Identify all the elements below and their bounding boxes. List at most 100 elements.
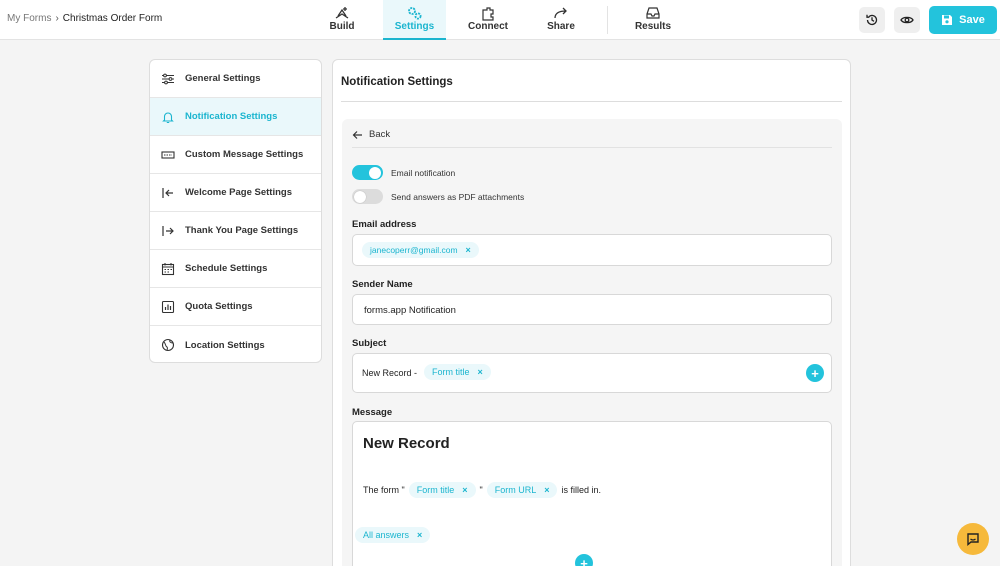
sidebar-item-custom-message[interactable]: Custom Message Settings (150, 136, 321, 174)
eye-icon (900, 16, 914, 24)
sidebar-item-label: Quota Settings (185, 301, 253, 312)
notification-form: Back Email notification Send answers as … (342, 119, 842, 566)
message-line-suffix: is filled in. (561, 485, 601, 495)
sidebar-item-general[interactable]: General Settings (150, 60, 321, 98)
share-icon (554, 7, 567, 19)
sidebar-item-label: Location Settings (185, 339, 265, 351)
tab-settings-label: Settings (394, 21, 435, 32)
sidebar-item-quota[interactable]: Quota Settings (150, 288, 321, 326)
sidebar-item-notification[interactable]: Notification Settings (150, 98, 321, 136)
remove-chip-icon[interactable]: × (462, 485, 467, 495)
tab-connect[interactable]: Connect (466, 0, 510, 40)
tab-settings[interactable]: Settings (383, 0, 446, 40)
form-url-chip: Form URL × (486, 482, 558, 498)
email-notification-toggle[interactable] (352, 165, 383, 180)
globe-icon (161, 338, 175, 352)
form-url-chip-text: Form URL (494, 485, 537, 495)
email-notification-label: Email notification (391, 167, 456, 178)
notification-settings-panel: Notification Settings Back Email notific… (332, 59, 851, 566)
message-editor[interactable]: New Record The form " Form title × " For… (352, 421, 832, 566)
enter-icon (162, 187, 173, 198)
form-title-chip-text: Form title (432, 367, 470, 377)
chat-icon (967, 533, 979, 546)
sidebar-item-label: Schedule Settings (185, 263, 268, 274)
sidebar-item-label: Custom Message Settings (185, 149, 304, 160)
form-title-chip: Form title × (424, 364, 491, 380)
all-answers-chip: All answers × (355, 527, 431, 543)
top-bar: My Forms › Christmas Order Form Build Sett… (0, 0, 1000, 40)
settings-icon (407, 7, 421, 20)
breadcrumb-my-forms[interactable]: My Forms (7, 13, 51, 24)
sidebar-item-label: General Settings (185, 73, 261, 84)
sidebar-item-label: Thank You Page Settings (185, 225, 299, 236)
arrow-left-icon (352, 130, 362, 139)
breadcrumb-separator: › (55, 13, 59, 24)
tab-results-label: Results (634, 21, 672, 32)
panel-divider (341, 101, 842, 102)
sender-name-input[interactable]: forms.app Notification (352, 294, 832, 325)
back-button[interactable]: Back (352, 129, 390, 140)
message-line: The form " Form title × " Form URL × is … (363, 482, 601, 498)
history-icon (866, 14, 878, 26)
pdf-attachments-row: Send answers as PDF attachments (352, 189, 524, 204)
plus-icon: + (811, 365, 819, 381)
sender-name-label: Sender Name (352, 279, 413, 290)
tab-results[interactable]: Results (633, 0, 673, 40)
exit-icon (162, 225, 174, 236)
back-label: Back (369, 129, 391, 140)
subject-label: Subject (352, 338, 387, 349)
sender-name-value: forms.app Notification (364, 305, 456, 316)
message-heading: New Record (363, 435, 450, 452)
email-notification-row: Email notification (352, 165, 455, 180)
tab-connect-label: Connect (468, 21, 508, 32)
message-icon (161, 150, 175, 159)
save-icon (942, 15, 953, 25)
remove-chip-icon[interactable]: × (466, 245, 471, 255)
pdf-attachments-toggle[interactable] (352, 189, 383, 204)
remove-chip-icon[interactable]: × (478, 367, 483, 377)
panel-title: Notification Settings (341, 76, 453, 88)
pdf-attachments-label: Send answers as PDF attachments (391, 191, 525, 202)
subject-prefix: New Record - (362, 368, 418, 378)
sidebar-item-welcome-page[interactable]: Welcome Page Settings (150, 174, 321, 212)
email-address-field[interactable]: janecoperr@gmail.com × (352, 234, 832, 266)
remove-chip-icon[interactable]: × (544, 485, 549, 495)
message-quote: " (479, 485, 483, 495)
plus-icon: + (580, 555, 588, 566)
sidebar-item-schedule[interactable]: Schedule Settings (150, 250, 321, 288)
sidebar-item-location[interactable]: Location Settings (150, 326, 321, 362)
build-icon (335, 7, 349, 19)
form-title-chip: Form title × (408, 482, 476, 498)
bell-icon (162, 111, 174, 123)
email-address-label: Email address (352, 219, 417, 230)
add-variable-button[interactable]: + (806, 364, 824, 382)
subject-field[interactable]: New Record - Form title × + (352, 353, 832, 393)
chat-support-button[interactable] (957, 523, 989, 555)
sidebar-item-thank-you-page[interactable]: Thank You Page Settings (150, 212, 321, 250)
preview-button[interactable] (894, 7, 920, 33)
tab-share-label: Share (547, 21, 575, 32)
history-button[interactable] (859, 7, 885, 33)
breadcrumb-current: Christmas Order Form (62, 13, 163, 24)
email-chip: janecoperr@gmail.com × (362, 242, 479, 258)
tab-build-label: Build (329, 21, 355, 32)
calendar-icon (161, 262, 175, 275)
save-button[interactable]: Save (929, 6, 997, 34)
results-icon (646, 7, 660, 19)
remove-chip-icon[interactable]: × (417, 530, 422, 540)
email-chip-text: janecoperr@gmail.com (370, 245, 458, 255)
connect-icon (482, 7, 494, 21)
message-line-prefix: The form " (363, 485, 405, 495)
toolbar-divider (607, 6, 608, 34)
form-title-chip-text: Form title (416, 485, 455, 495)
sidebar-item-label: Welcome Page Settings (185, 187, 292, 198)
message-label: Message (352, 407, 393, 418)
back-divider (352, 147, 832, 148)
tab-share[interactable]: Share (543, 0, 579, 40)
tab-build[interactable]: Build (322, 0, 362, 40)
add-variable-button[interactable]: + (575, 554, 593, 566)
sliders-icon (162, 73, 174, 84)
chart-icon (161, 300, 175, 313)
breadcrumb: My Forms › Christmas Order Form (7, 13, 162, 24)
settings-sidebar: General Settings Notification Settings C… (149, 59, 322, 363)
